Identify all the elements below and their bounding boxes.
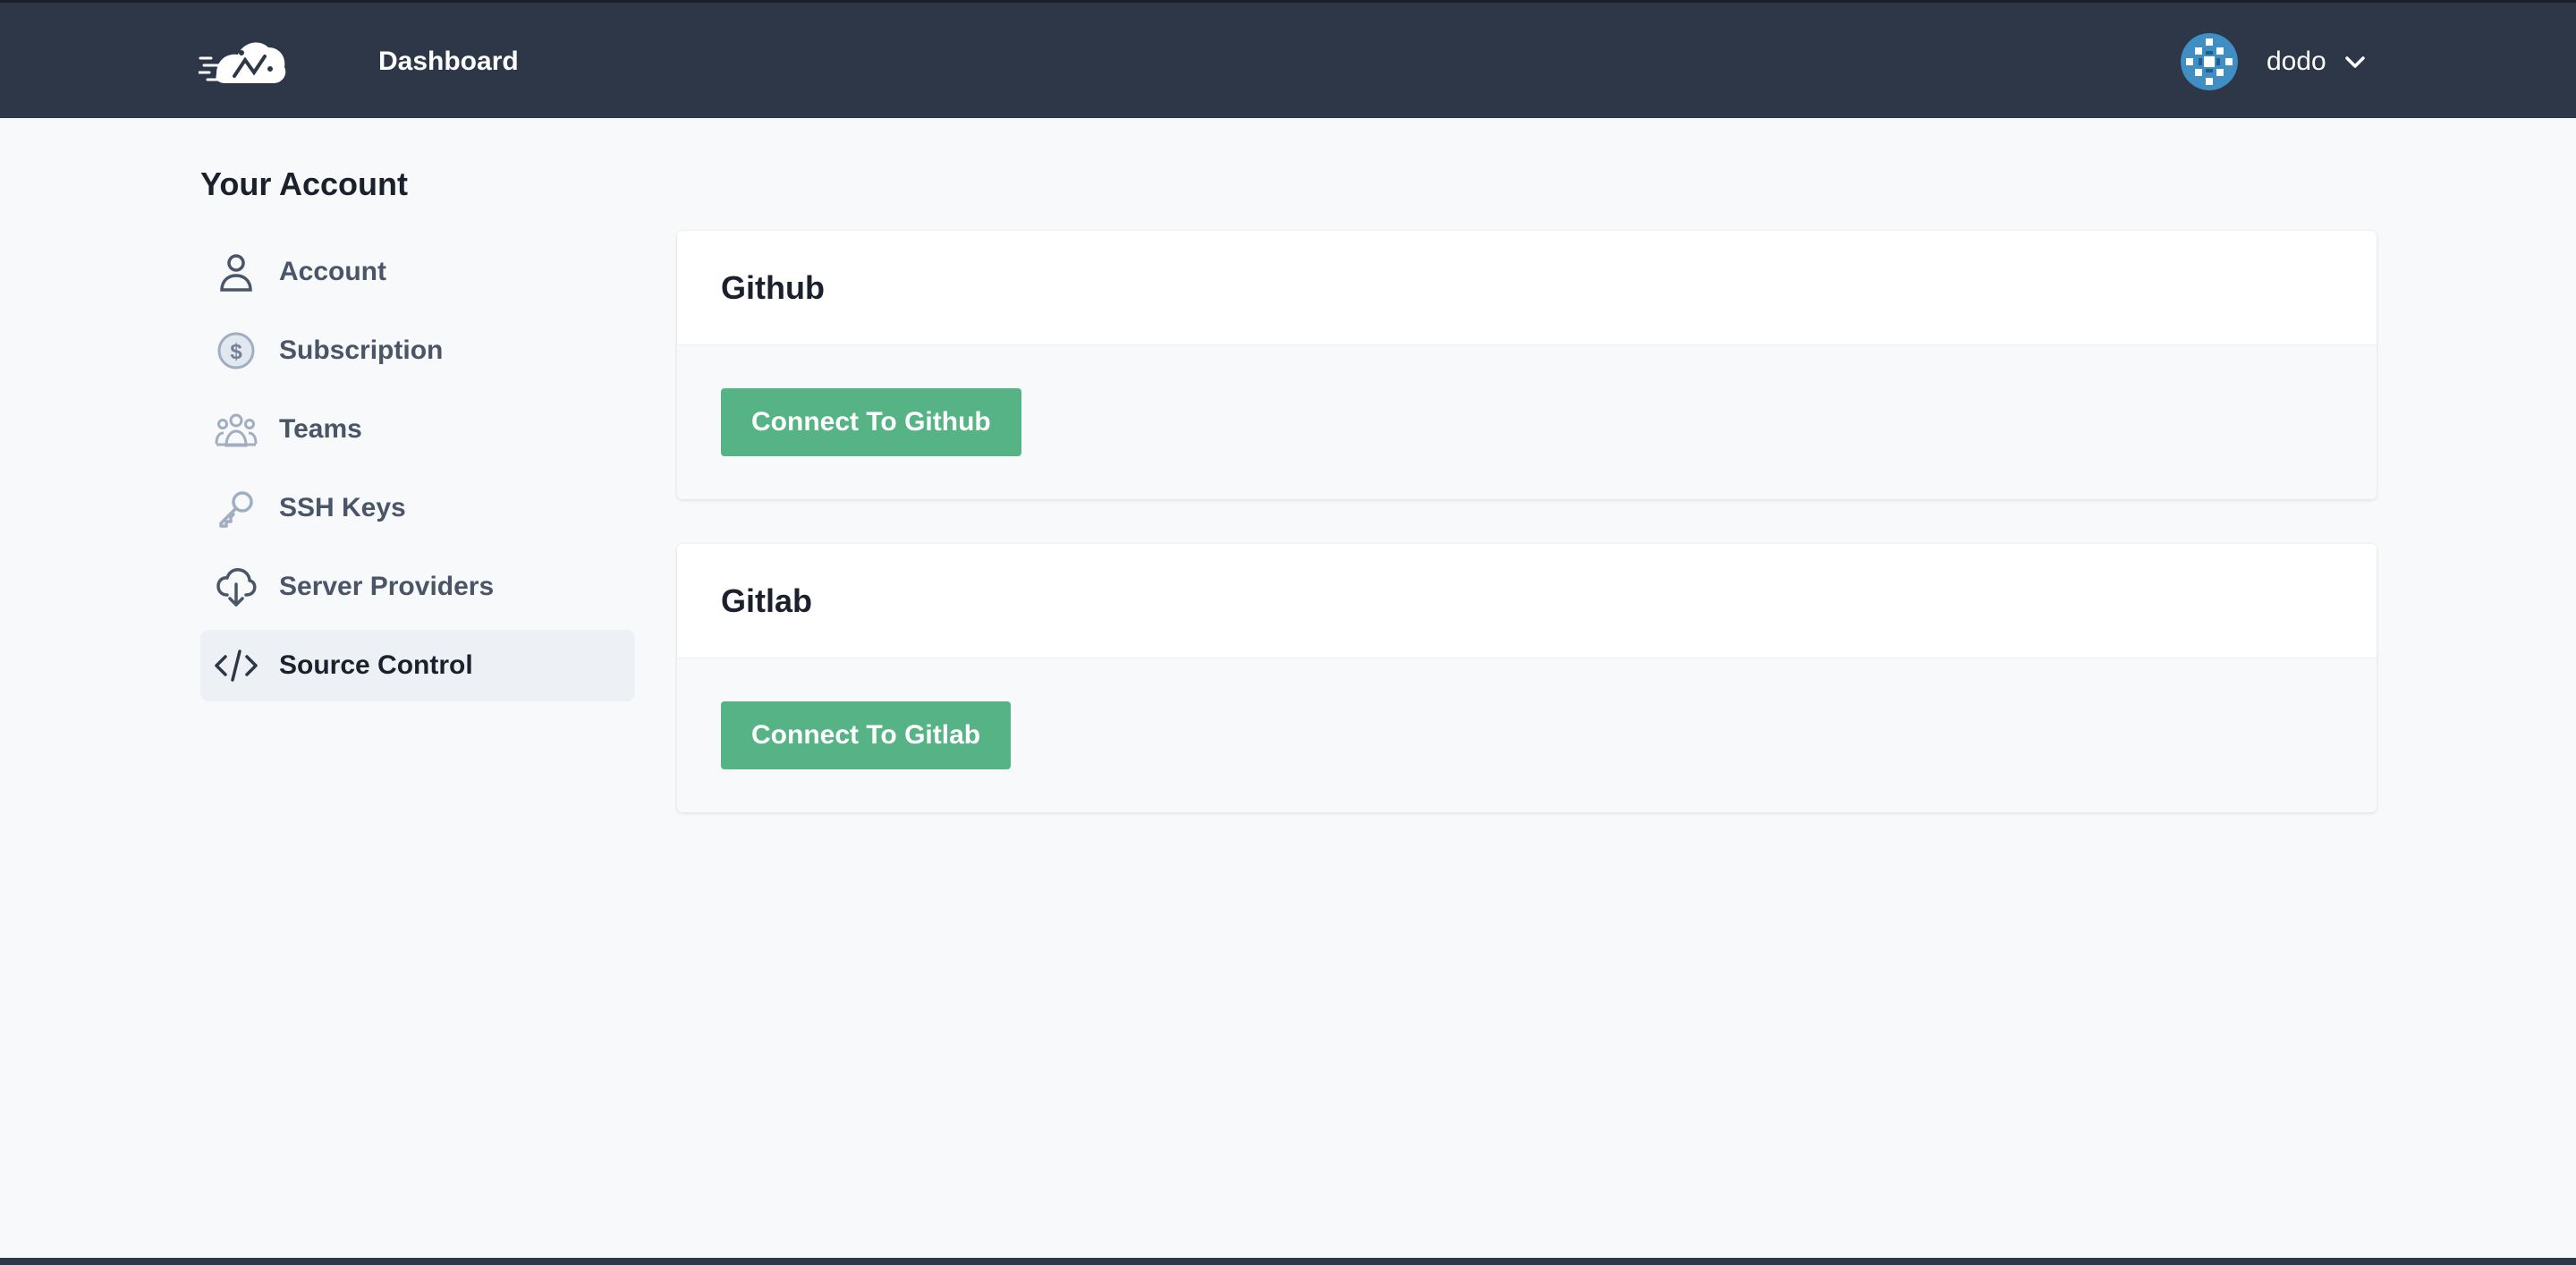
sidebar-item-server-providers[interactable]: Server Providers — [200, 551, 635, 623]
user-icon — [215, 250, 258, 293]
svg-text:$: $ — [230, 340, 242, 364]
account-sidebar: Account $ Subscription Teams SSH Keys Se… — [200, 236, 635, 709]
sidebar-item-subscription[interactable]: $ Subscription — [200, 315, 635, 386]
card-title: Github — [721, 268, 825, 306]
sidebar-item-teams[interactable]: Teams — [200, 394, 635, 465]
sidebar-item-label: Source Control — [279, 650, 473, 680]
card-body: Connect To Github — [677, 345, 2377, 499]
code-icon — [215, 644, 258, 687]
sidebar-item-source-control[interactable]: Source Control — [200, 630, 635, 701]
connect-github-button[interactable]: Connect To Github — [721, 388, 1021, 456]
avatar[interactable] — [2181, 33, 2238, 90]
user-menu[interactable]: dodo — [2181, 33, 2368, 90]
nav-dashboard-link[interactable]: Dashboard — [378, 44, 519, 80]
rocket-cloud-logo-icon[interactable] — [197, 33, 288, 89]
sidebar-item-label: Server Providers — [279, 572, 495, 601]
card-header: Github — [677, 231, 2377, 345]
sidebar-item-label: Teams — [279, 414, 362, 444]
sidebar-item-label: SSH Keys — [279, 493, 406, 522]
cloud-download-icon — [215, 565, 258, 608]
sidebar-item-label: Account — [279, 257, 386, 286]
page-title: Your Account — [200, 166, 408, 202]
card-header: Gitlab — [677, 544, 2377, 658]
sidebar-item-label: Subscription — [279, 335, 444, 365]
users-icon — [215, 408, 258, 451]
user-name: dodo — [2267, 47, 2326, 76]
chevron-down-icon[interactable] — [2343, 49, 2368, 74]
sidebar-item-ssh-keys[interactable]: SSH Keys — [200, 472, 635, 544]
gitlab-card: Gitlab Connect To Gitlab — [677, 544, 2377, 812]
key-icon — [215, 487, 258, 530]
footer-bar — [0, 1258, 2576, 1265]
connect-gitlab-button[interactable]: Connect To Gitlab — [721, 701, 1012, 769]
dollar-circle-icon: $ — [215, 329, 258, 372]
card-title: Gitlab — [721, 582, 813, 619]
top-navbar: Dashboard dodo — [0, 0, 2576, 118]
sidebar-item-account[interactable]: Account — [200, 236, 635, 308]
card-body: Connect To Gitlab — [677, 658, 2377, 812]
github-card: Github Connect To Github — [677, 231, 2377, 499]
